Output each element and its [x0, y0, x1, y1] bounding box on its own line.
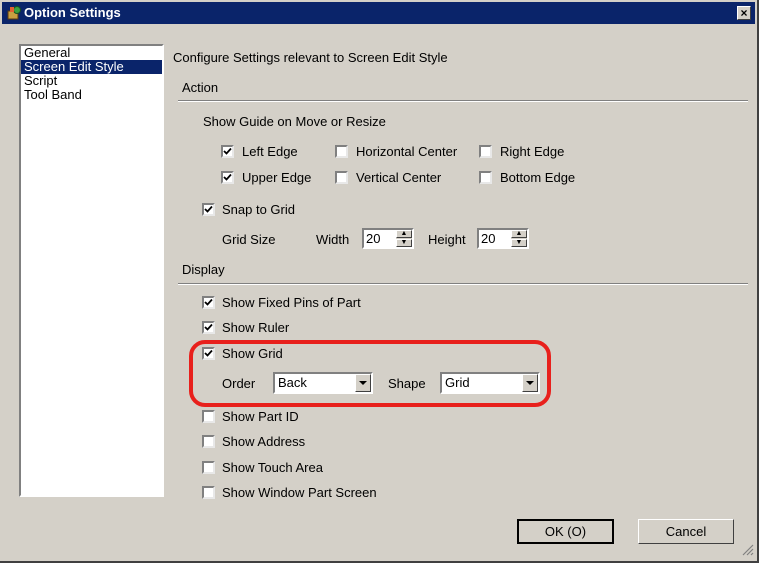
check-icon: [204, 323, 213, 331]
action-divider: [178, 100, 748, 102]
close-button[interactable]: ×: [737, 6, 751, 20]
show-window-part-label: Show Window Part Screen: [222, 485, 377, 500]
grid-width-spinner[interactable]: 20 ▲ ▼: [362, 228, 414, 249]
right-edge-label: Right Edge: [500, 144, 565, 159]
grid-height-spinner[interactable]: 20 ▲ ▼: [477, 228, 529, 249]
list-item-general[interactable]: General: [21, 46, 162, 60]
check-icon: [223, 173, 232, 181]
option-settings-dialog: Option Settings × General Screen Edit St…: [0, 0, 759, 563]
grid-width-value: 20: [366, 231, 381, 246]
spin-up-icon[interactable]: ▲: [511, 230, 527, 238]
spin-down-icon[interactable]: ▼: [396, 239, 412, 247]
category-list[interactable]: General Screen Edit Style Script Tool Ba…: [19, 44, 164, 497]
upper-edge-label: Upper Edge: [242, 170, 312, 185]
show-window-part-checkbox[interactable]: [202, 486, 215, 499]
action-section-label: Action: [182, 80, 219, 95]
show-fixed-pins-label: Show Fixed Pins of Part: [222, 295, 361, 310]
resize-grip-icon[interactable]: [740, 542, 754, 559]
ok-button[interactable]: OK (O): [517, 519, 614, 544]
show-address-checkbox[interactable]: [202, 435, 215, 448]
left-edge-label: Left Edge: [242, 144, 298, 159]
spin-up-icon[interactable]: ▲: [396, 230, 412, 238]
vertical-center-checkbox[interactable]: [335, 171, 348, 184]
grid-size-label: Grid Size: [222, 232, 276, 247]
width-label: Width: [316, 232, 350, 247]
left-edge-checkbox[interactable]: [221, 145, 234, 158]
show-ruler-checkbox[interactable]: [202, 321, 215, 334]
upper-edge-checkbox[interactable]: [221, 171, 234, 184]
vertical-center-label: Vertical Center: [356, 170, 442, 185]
bottom-edge-checkbox[interactable]: [479, 171, 492, 184]
horizontal-center-label: Horizontal Center: [356, 144, 458, 159]
snap-to-grid-checkbox[interactable]: [202, 203, 215, 216]
show-touch-area-label: Show Touch Area: [222, 460, 323, 475]
show-part-id-checkbox[interactable]: [202, 410, 215, 423]
height-label: Height: [428, 232, 466, 247]
show-part-id-label: Show Part ID: [222, 409, 299, 424]
check-icon: [204, 298, 213, 306]
horizontal-center-checkbox[interactable]: [335, 145, 348, 158]
app-icon: [6, 5, 22, 21]
grid-height-value: 20: [481, 231, 496, 246]
check-icon: [204, 205, 213, 213]
show-ruler-label: Show Ruler: [222, 320, 290, 335]
right-edge-checkbox[interactable]: [479, 145, 492, 158]
show-address-label: Show Address: [222, 434, 306, 449]
list-item-screen-edit-style[interactable]: Screen Edit Style: [21, 60, 162, 74]
show-fixed-pins-checkbox[interactable]: [202, 296, 215, 309]
window-title: Option Settings: [24, 5, 121, 20]
cancel-button[interactable]: Cancel: [638, 519, 734, 544]
title-bar: Option Settings ×: [2, 2, 755, 24]
bottom-edge-label: Bottom Edge: [500, 170, 576, 185]
show-touch-area-checkbox[interactable]: [202, 461, 215, 474]
list-item-script[interactable]: Script: [21, 74, 162, 88]
snap-to-grid-label: Snap to Grid: [222, 202, 295, 217]
highlight-annotation: [189, 340, 551, 407]
display-divider: [178, 283, 748, 285]
page-header: Configure Settings relevant to Screen Ed…: [173, 50, 448, 65]
list-item-tool-band[interactable]: Tool Band: [21, 88, 162, 102]
show-guide-label: Show Guide on Move or Resize: [203, 114, 386, 129]
check-icon: [223, 147, 232, 155]
display-section-label: Display: [182, 262, 225, 277]
spin-down-icon[interactable]: ▼: [511, 239, 527, 247]
